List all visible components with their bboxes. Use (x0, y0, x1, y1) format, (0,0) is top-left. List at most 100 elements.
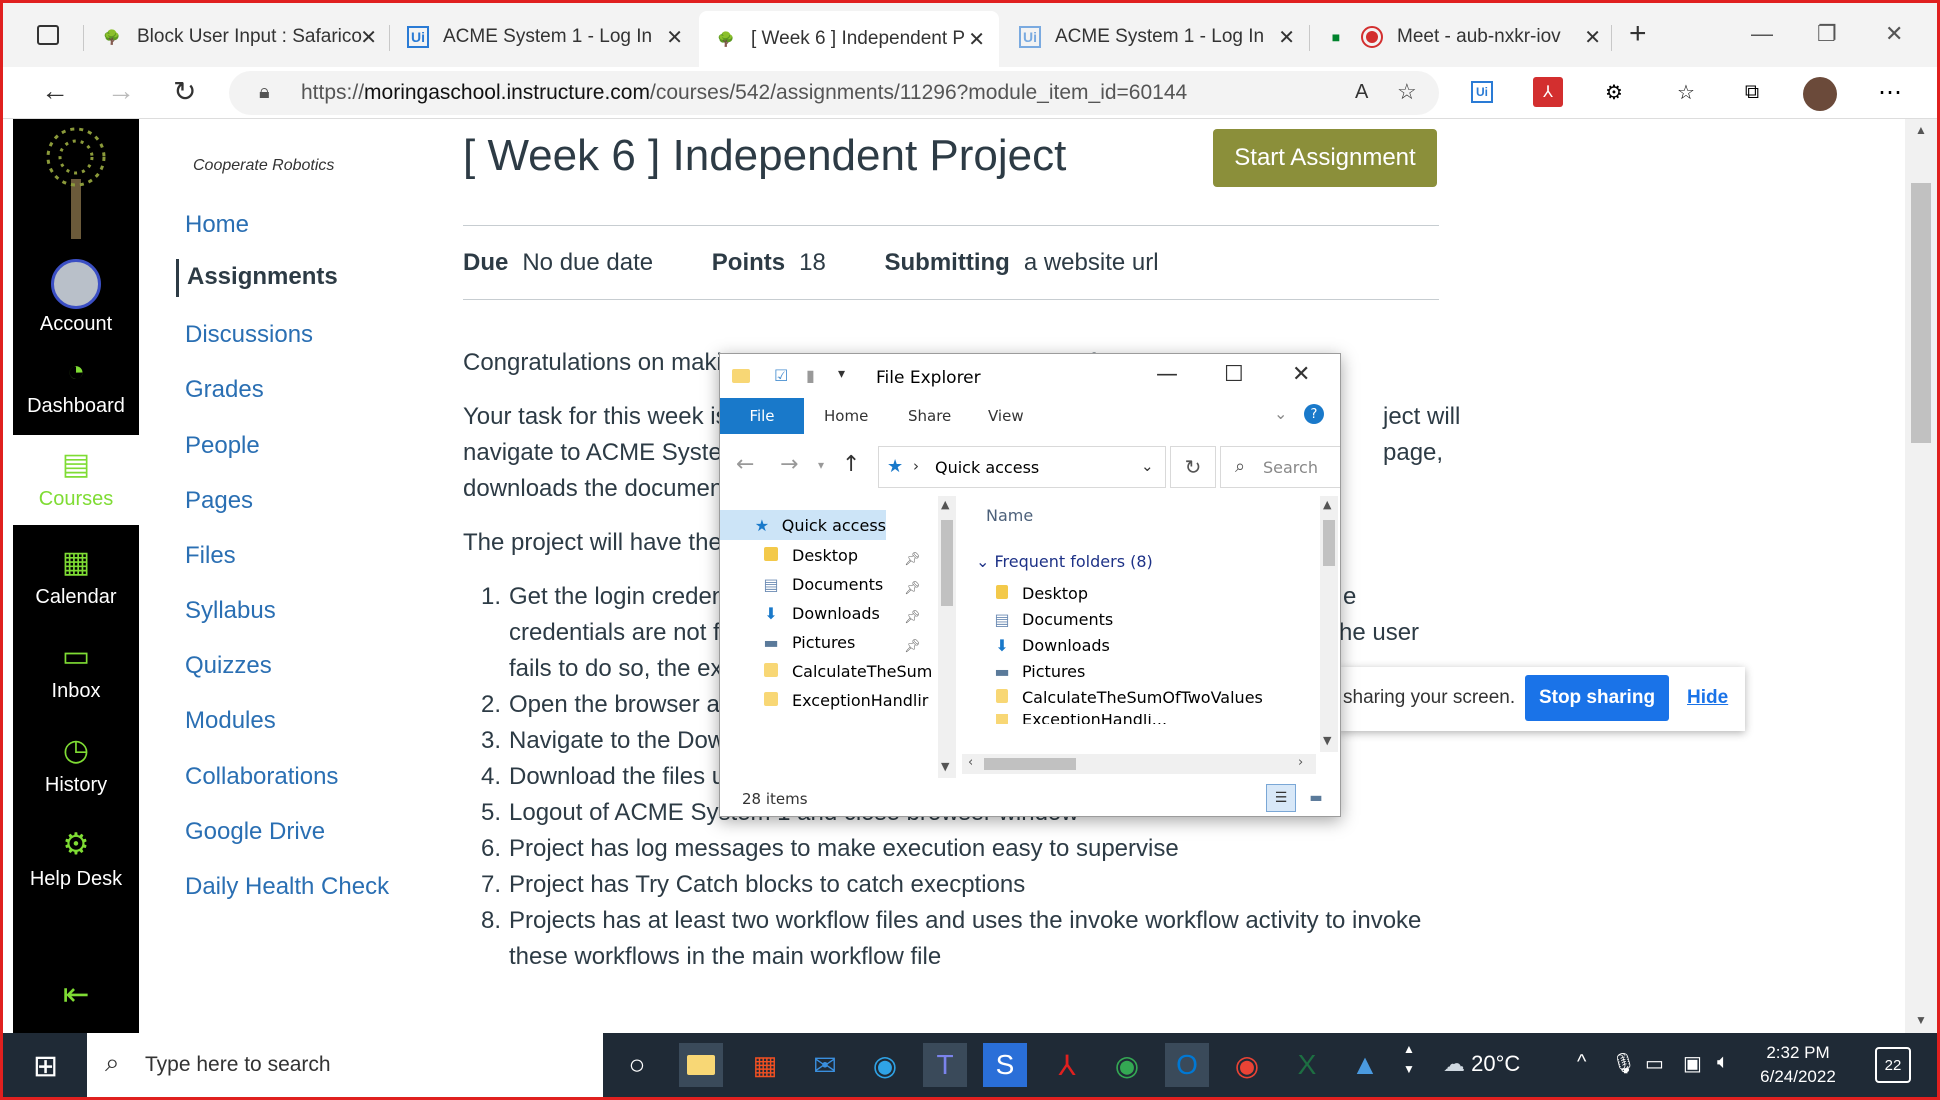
nav-pane-scrollbar[interactable]: ▲ ▼ (938, 496, 956, 778)
acrobat-icon[interactable]: ⅄ (1045, 1043, 1089, 1087)
course-nav-files[interactable]: Files (185, 542, 236, 570)
close-icon[interactable]: ✕ (666, 25, 683, 50)
microphone-icon[interactable]: 🎙︎ (1611, 1051, 1636, 1076)
windows-start-icon[interactable]: ⊞ (33, 1049, 58, 1084)
volume-icon[interactable]: 🔈︎ (1717, 1051, 1729, 1074)
close-icon[interactable]: ✕ (968, 27, 985, 52)
breadcrumb[interactable]: Cooperate Robotics (193, 157, 334, 175)
clock[interactable]: 2:32 PM 6/24/2022 (1743, 1041, 1853, 1089)
nav-help-desk[interactable]: ⚙ Help Desk (13, 827, 139, 891)
course-nav-home[interactable]: Home (185, 211, 249, 239)
pdf-extension-icon[interactable]: ⅄ (1533, 77, 1563, 107)
restore-icon[interactable]: ❐ (1817, 21, 1837, 47)
teams-icon[interactable]: T (923, 1043, 967, 1087)
taskbar-scroll-icon[interactable]: ▲ ▼ (1403, 1039, 1415, 1079)
excel-icon[interactable]: X (1285, 1043, 1329, 1087)
minimize-icon[interactable]: — (1156, 362, 1178, 387)
start-assignment-button[interactable]: Start Assignment (1213, 129, 1437, 187)
collections-icon[interactable]: ⧉ (1737, 77, 1767, 107)
nav-dashboard[interactable]: ◔ Dashboard (13, 355, 139, 418)
close-icon[interactable]: ✕ (1278, 25, 1295, 50)
scroll-down-icon[interactable]: ▼ (941, 760, 949, 773)
course-nav-quizzes[interactable]: Quizzes (185, 652, 272, 680)
nav-exception-handling[interactable]: ExceptionHandlir (760, 691, 936, 710)
mail-icon[interactable]: ✉ (803, 1043, 847, 1087)
course-nav-assignments[interactable]: Assignments (176, 259, 338, 297)
forward-icon[interactable]: → (780, 452, 798, 477)
course-nav-grades[interactable]: Grades (185, 376, 264, 404)
show-hidden-icons-icon[interactable]: ^ (1577, 1051, 1586, 1074)
details-view-icon[interactable]: ☰ (1266, 784, 1296, 812)
course-nav-people[interactable]: People (185, 432, 260, 460)
course-nav-collaborations[interactable]: Collaborations (185, 763, 338, 791)
moringa-tree-logo[interactable] (43, 123, 109, 239)
list-item[interactable]: ▬ Pictures (992, 662, 1085, 681)
scroll-right-icon[interactable]: › (1298, 755, 1303, 770)
course-nav-syllabus[interactable]: Syllabus (185, 597, 276, 625)
stop-sharing-button[interactable]: Stop sharing (1525, 675, 1669, 721)
ribbon-tab-home[interactable]: Home (824, 407, 868, 425)
taskbar-search-box[interactable]: ⌕ Type here to search (87, 1033, 603, 1097)
list-item[interactable]: ⬇ Downloads (992, 636, 1110, 655)
nav-quick-access[interactable]: ★ Quick access (720, 510, 886, 540)
ribbon-tab-file[interactable]: File (720, 398, 804, 434)
notifications-icon[interactable]: 22 (1875, 1047, 1911, 1083)
profile-avatar[interactable] (1803, 77, 1837, 111)
chrome-profile-icon[interactable]: ◉ (1225, 1043, 1269, 1087)
close-icon[interactable]: ✕ (1292, 362, 1310, 387)
uipath-extension-icon[interactable]: Ui (1467, 77, 1497, 107)
scroll-up-icon[interactable]: ▲ (941, 498, 949, 511)
url-field[interactable]: 🔒︎ https://moringaschool.instructure.com… (229, 71, 1439, 115)
nav-courses[interactable]: ▤ Courses (13, 435, 139, 525)
close-icon[interactable]: ✕ (360, 25, 377, 50)
scroll-down-icon[interactable]: ▼ (1323, 734, 1331, 747)
nav-pictures[interactable]: ▬ Pictures (760, 633, 855, 652)
nav-desktop[interactable]: Desktop (760, 546, 858, 565)
add-favorite-icon[interactable]: ☆ (1397, 79, 1417, 105)
maximize-icon[interactable]: ☐ (1224, 362, 1244, 387)
course-nav-google-drive[interactable]: Google Drive (185, 818, 325, 846)
explorer-search-field[interactable]: ⌕ Search (1220, 446, 1340, 488)
nav-history[interactable]: ◷ History (13, 733, 139, 797)
list-item[interactable]: Desktop (992, 584, 1088, 603)
tab-actions-icon[interactable] (37, 25, 59, 45)
collapse-nav-icon[interactable]: ⇤ (13, 975, 139, 1013)
content-hscrollbar[interactable]: ‹ › (962, 754, 1316, 774)
course-nav-daily-health-check[interactable]: Daily Health Check (185, 873, 389, 901)
nav-downloads[interactable]: ⬇ Downloads (760, 604, 880, 623)
column-header-name[interactable]: Name (986, 506, 1033, 525)
weather-widget[interactable]: ☁ 20°C (1443, 1051, 1520, 1077)
hide-sharing-link[interactable]: Hide (1687, 687, 1728, 709)
explorer-address-field[interactable]: ★ › Quick access ⌄ (878, 446, 1166, 488)
scroll-thumb[interactable] (941, 520, 953, 606)
new-tab-plus-icon[interactable]: + (1629, 17, 1647, 51)
content-scrollbar[interactable]: ▲ ▼ (1320, 496, 1338, 752)
frequent-folders-group[interactable]: ⌄ Frequent folders (8) (976, 552, 1153, 571)
scroll-down-icon[interactable]: ▼ (1915, 1013, 1927, 1027)
list-item[interactable]: CalculateTheSumOfTwoValues (992, 688, 1263, 707)
nav-calculate-the-sum[interactable]: CalculateTheSum (760, 662, 936, 681)
lock-icon[interactable]: 🔒︎ (259, 81, 270, 104)
forward-arrow-icon[interactable]: → (107, 75, 135, 107)
ribbon-tab-view[interactable]: View (988, 407, 1024, 425)
microsoft-store-icon[interactable]: ▦ (743, 1043, 787, 1087)
cortana-icon[interactable]: ○ (615, 1043, 659, 1087)
chevron-down-icon[interactable]: ⌄ (1141, 457, 1154, 475)
read-aloud-icon[interactable]: A (1355, 81, 1368, 104)
scroll-thumb[interactable] (1323, 520, 1335, 566)
nav-documents[interactable]: ▤ Documents (760, 575, 883, 594)
up-icon[interactable]: ↑ (842, 452, 860, 477)
list-item[interactable]: ▤ Documents (992, 610, 1113, 629)
help-icon[interactable]: ? (1304, 404, 1324, 424)
tab-meet[interactable]: ■ Meet - aub-nxkr-iov ✕ (1325, 17, 1601, 57)
chrome-icon[interactable]: ◉ (1105, 1043, 1149, 1087)
nav-calendar[interactable]: ▦ Calendar (13, 545, 139, 609)
file-explorer-taskbar-icon[interactable] (679, 1043, 723, 1087)
page-scrollbar[interactable]: ▲ ▼ (1905, 119, 1937, 1033)
close-icon[interactable]: ✕ (1584, 25, 1601, 50)
back-arrow-icon[interactable]: ← (41, 75, 69, 107)
scroll-up-icon[interactable]: ▲ (1323, 498, 1331, 511)
tab-week6-project[interactable]: 🌳 [ Week 6 ] Independent P ✕ (699, 11, 999, 67)
expand-ribbon-icon[interactable]: ⌄ (1274, 404, 1287, 423)
course-nav-discussions[interactable]: Discussions (185, 321, 313, 349)
